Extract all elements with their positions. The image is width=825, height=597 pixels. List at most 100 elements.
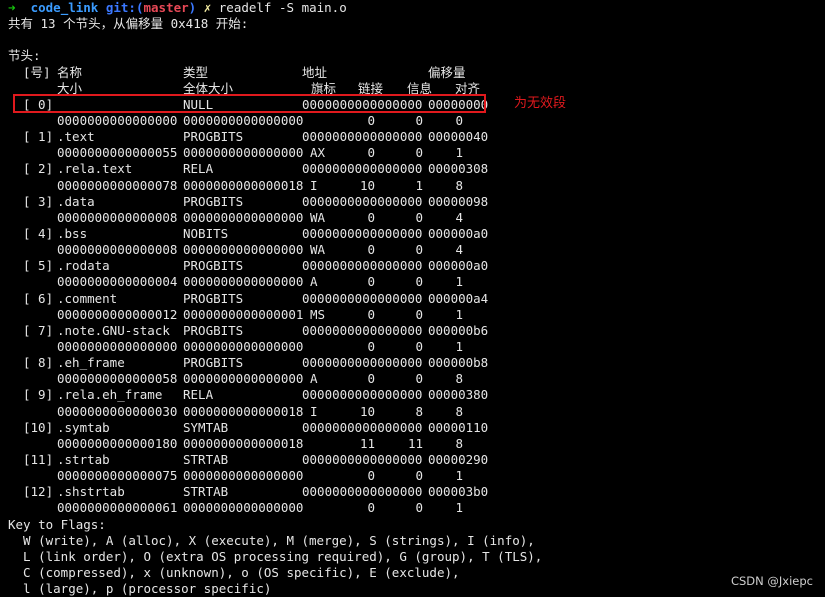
section-type: NOBITS xyxy=(183,225,229,241)
section-idx: [ 7] xyxy=(23,322,54,338)
section-type: STRTAB xyxy=(183,451,229,467)
section-size: 0000000000000078 xyxy=(57,177,178,193)
section-align: 1 xyxy=(455,468,463,484)
section-addr: 0000000000000000 xyxy=(302,258,423,274)
column-header-row-1: [号] 名称 类型 地址 偏移量 xyxy=(8,65,818,81)
col-offset: 偏移量 xyxy=(428,64,466,80)
section-name: .rela.eh_frame xyxy=(57,387,163,403)
section-align: 4 xyxy=(455,242,463,258)
current-directory: code_link xyxy=(30,0,99,15)
section-row-detail: 0000000000000012 0000000000000001 MS 0 0 1 xyxy=(8,307,818,323)
section-name: .eh_frame xyxy=(57,355,125,371)
section-flags: A xyxy=(310,371,318,387)
section-info: 0 xyxy=(415,500,423,516)
section-name: .data xyxy=(57,193,95,209)
section-align: 8 xyxy=(455,371,463,387)
section-off: 00000110 xyxy=(428,419,489,435)
key-to-flags-line: C (compressed), x (unknown), o (OS speci… xyxy=(8,564,460,580)
git-branch: master xyxy=(143,0,189,15)
invalid-section-annotation: 为无效段 xyxy=(514,96,567,111)
section-row-main: [ 3] .data PROGBITS 0000000000000000 0000009… xyxy=(8,194,818,210)
section-link: 10 xyxy=(359,403,375,419)
section-name: .symtab xyxy=(57,419,110,435)
terminal-output[interactable]: ➜ code_link git:(master) ✗ readelf -S ma… xyxy=(8,0,818,596)
col-addr: 地址 xyxy=(302,64,328,80)
section-row-main: [ 9] .rela.eh_frame RELA 0000000000000000 00… xyxy=(8,387,818,403)
section-entsize: 0000000000000018 xyxy=(183,177,304,193)
git-label: git:( xyxy=(105,0,144,15)
section-row-detail: 0000000000000008 0000000000000000 WA 0 0 4 xyxy=(8,210,818,226)
section-size: 0000000000000061 xyxy=(57,500,178,516)
section-size: 0000000000000000 xyxy=(57,112,178,128)
section-entsize: 0000000000000000 xyxy=(183,145,304,161)
section-align: 1 xyxy=(455,145,463,161)
section-addr: 0000000000000000 xyxy=(302,290,423,306)
section-off: 00000290 xyxy=(428,451,489,467)
section-type: PROGBITS xyxy=(183,129,244,145)
section-link: 0 xyxy=(367,306,375,322)
section-row-main: [ 4] .bss NOBITS 0000000000000000 000000a0 xyxy=(8,226,818,242)
section-row-main: [ 2] .rela.text RELA 0000000000000000 000003… xyxy=(8,161,818,177)
section-addr: 0000000000000000 xyxy=(302,451,423,467)
section-row-detail: 0000000000000075 0000000000000000 0 0 1 xyxy=(8,468,818,484)
section-info: 0 xyxy=(415,145,423,161)
section-type: PROGBITS xyxy=(183,258,244,274)
section-off: 00000040 xyxy=(428,129,489,145)
section-row-detail: 0000000000000055 0000000000000000 AX 0 0 1 xyxy=(8,145,818,161)
section-off: 000000a4 xyxy=(428,290,489,306)
section-flags: MS xyxy=(310,306,326,322)
section-type: PROGBITS xyxy=(183,290,244,306)
section-link: 0 xyxy=(367,112,375,128)
col-name: 名称 xyxy=(57,64,83,80)
section-entsize: 0000000000000001 xyxy=(183,306,304,322)
section-type: STRTAB xyxy=(183,484,229,500)
section-off: 000000b8 xyxy=(428,355,489,371)
section-addr: 0000000000000000 xyxy=(302,225,423,241)
section-flags: I xyxy=(310,403,318,419)
section-off: 000000a0 xyxy=(428,225,489,241)
null-section-highlight-box xyxy=(13,94,486,113)
section-header-title: 节头: xyxy=(8,48,41,64)
section-table: [ 0] NULL 0000000000000000 00000000 00000000… xyxy=(8,97,818,517)
section-link: 0 xyxy=(367,371,375,387)
key-to-flags-line: L (link order), O (extra OS processing r… xyxy=(8,548,543,564)
section-entsize: 0000000000000000 xyxy=(183,274,304,290)
section-idx: [ 3] xyxy=(23,193,54,209)
section-info: 0 xyxy=(415,274,423,290)
section-off: 000000a0 xyxy=(428,258,489,274)
section-row-detail: 0000000000000058 0000000000000000 A 0 0 8 xyxy=(8,371,818,387)
section-link: 0 xyxy=(367,468,375,484)
section-entsize: 0000000000000000 xyxy=(183,112,304,128)
section-idx: [ 6] xyxy=(23,290,54,306)
section-type: RELA xyxy=(183,161,214,177)
section-align: 8 xyxy=(455,435,463,451)
section-name: .note.GNU-stack xyxy=(57,322,170,338)
section-flags: A xyxy=(310,274,318,290)
prompt-line: ➜ code_link git:(master) ✗ readelf -S ma… xyxy=(8,0,818,16)
section-row-main: [12] .shstrtab STRTAB 0000000000000000 00000… xyxy=(8,484,818,500)
section-name: .shstrtab xyxy=(57,484,125,500)
section-idx: [ 2] xyxy=(23,161,54,177)
section-size: 0000000000000008 xyxy=(57,242,178,258)
section-size: 0000000000000075 xyxy=(57,468,178,484)
section-flags: WA xyxy=(310,242,326,258)
section-row-main: [10] .symtab SYMTAB 0000000000000000 0000011… xyxy=(8,420,818,436)
section-row-detail: 0000000000000180 0000000000000018 11 11 8 xyxy=(8,436,818,452)
section-info: 11 xyxy=(407,435,423,451)
summary-line: 共有 13 个节头，从偏移量 0x418 开始: xyxy=(8,16,249,32)
section-type: SYMTAB xyxy=(183,419,229,435)
section-entsize: 0000000000000018 xyxy=(183,403,304,419)
key-to-flags-line: l (large), p (processor specific) xyxy=(8,581,272,597)
section-addr: 0000000000000000 xyxy=(302,419,423,435)
section-idx: [ 8] xyxy=(23,355,54,371)
section-size: 0000000000000012 xyxy=(57,306,178,322)
section-idx: [12] xyxy=(23,484,54,500)
section-size: 0000000000000008 xyxy=(57,209,178,225)
section-idx: [10] xyxy=(23,419,54,435)
section-row-main: [ 8] .eh_frame PROGBITS 0000000000000000 000… xyxy=(8,355,818,371)
section-align: 0 xyxy=(455,112,463,128)
section-off: 00000098 xyxy=(428,193,489,209)
section-name: .strtab xyxy=(57,451,110,467)
section-entsize: 0000000000000018 xyxy=(183,435,304,451)
section-type: PROGBITS xyxy=(183,322,244,338)
